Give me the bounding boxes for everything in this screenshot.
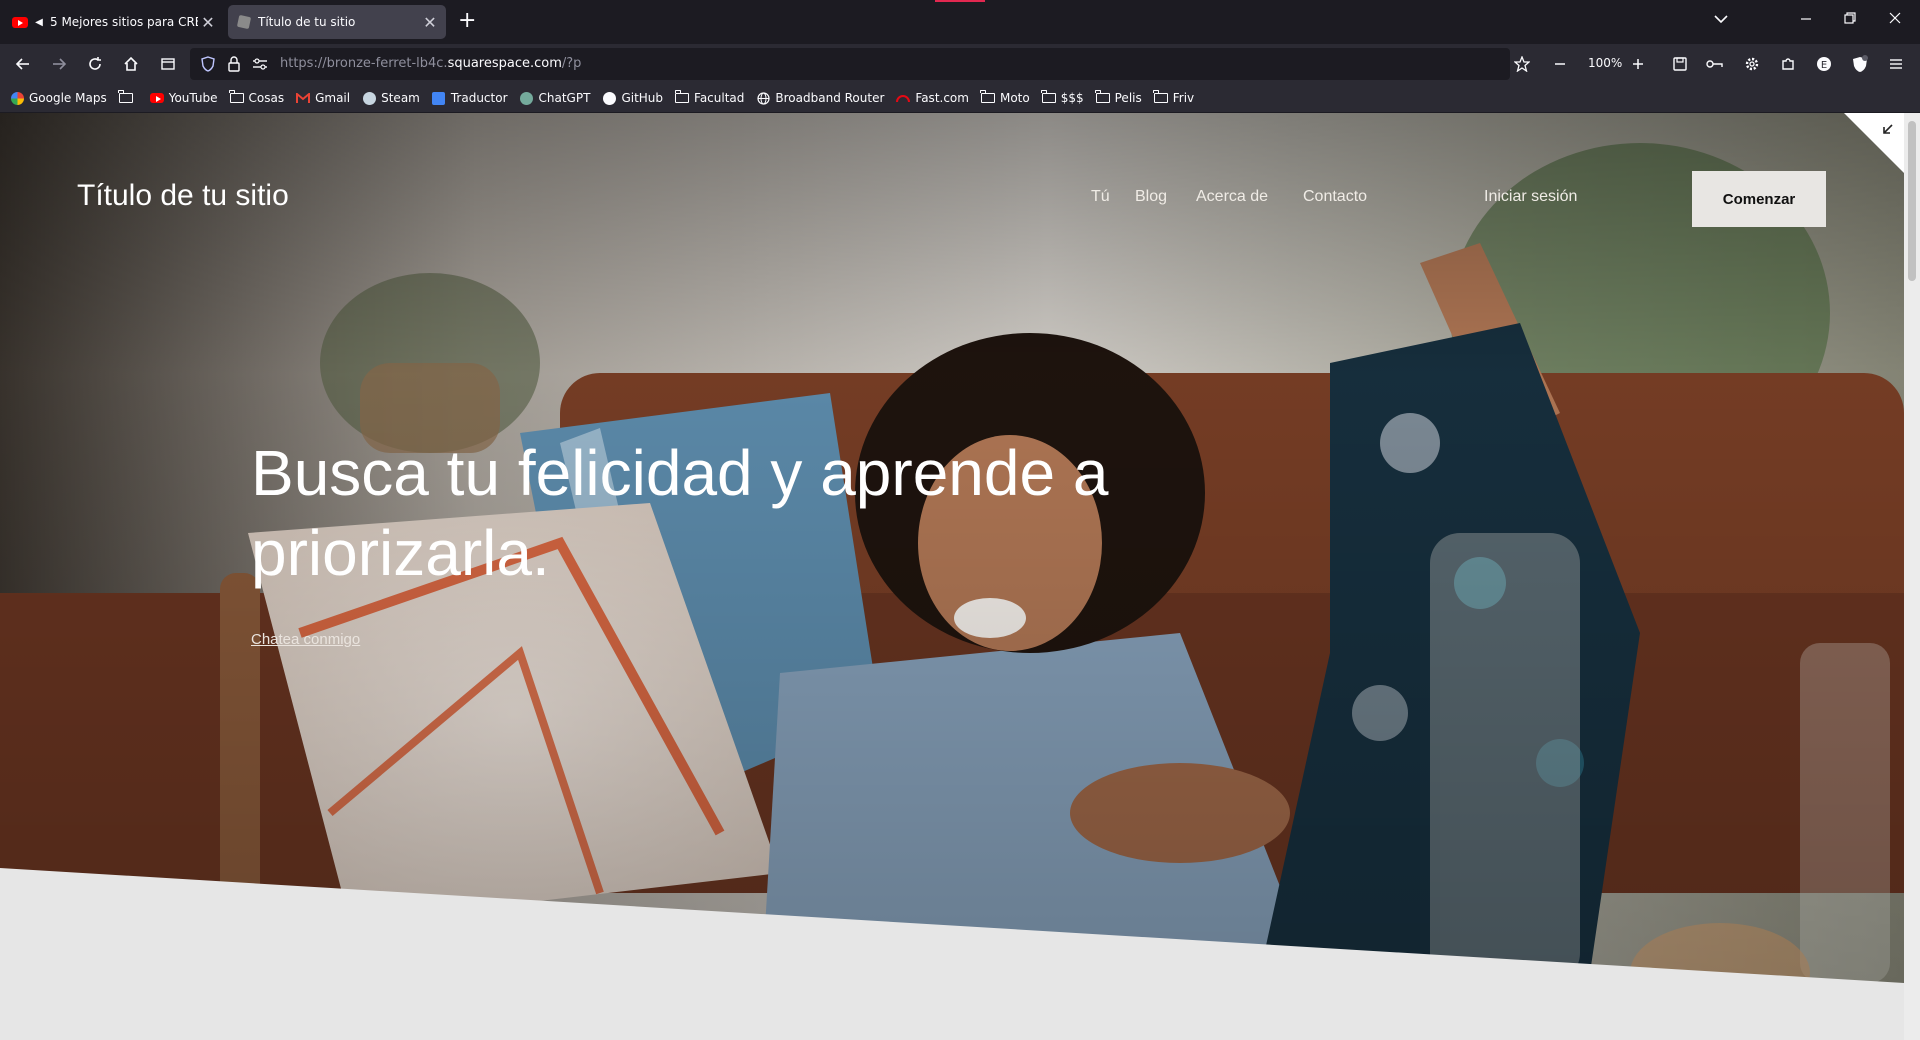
squarespace-icon xyxy=(236,14,252,30)
nav-link-acerca-de[interactable]: Acerca de xyxy=(1196,188,1268,206)
bookmark-fast-com[interactable]: Fast.com xyxy=(896,91,969,105)
speed-icon xyxy=(896,91,911,105)
back-icon[interactable] xyxy=(11,52,35,76)
save-page-icon[interactable] xyxy=(1668,52,1692,76)
web-page: Título de tu sitio Tú Blog Acerca de Con… xyxy=(0,113,1904,1040)
folder-icon xyxy=(1095,90,1110,105)
comenzar-button[interactable]: Comenzar xyxy=(1692,171,1826,227)
hero-headline: Busca tu felicidad y aprende a priorizar… xyxy=(251,437,1109,589)
ublock-shield-icon[interactable] xyxy=(1848,52,1872,76)
folder-icon xyxy=(1041,90,1056,105)
chat-link[interactable]: Chatea conmigo xyxy=(251,631,360,648)
bookmark-google-maps[interactable]: Google Maps xyxy=(10,91,107,105)
tab-title: 5 Mejores sitios para CREAR xyxy=(50,15,198,29)
bookmark-steam[interactable]: Steam xyxy=(362,91,420,105)
folder-icon xyxy=(229,90,244,105)
new-tab-button[interactable]: + xyxy=(458,10,476,32)
bookmark-gmail[interactable]: Gmail xyxy=(296,91,350,105)
folder-icon xyxy=(118,90,133,105)
github-icon xyxy=(602,91,616,105)
tab-strip: ◀ 5 Mejores sitios para CREAR ✕ Título d… xyxy=(0,0,1920,44)
zoom-level[interactable]: 100% xyxy=(1588,56,1622,70)
svg-text:E: E xyxy=(1821,60,1827,71)
fold-corner[interactable] xyxy=(1844,113,1904,173)
google-icon xyxy=(10,91,24,105)
nav-link-contacto[interactable]: Contacto xyxy=(1303,188,1367,206)
url-text[interactable]: https://bronze-ferret-lb4c.squarespace.c… xyxy=(280,56,581,71)
zoom-in-icon[interactable] xyxy=(1626,52,1650,76)
youtube-icon xyxy=(12,14,28,30)
bookmark-youtube[interactable]: YouTube xyxy=(149,91,218,105)
hero-section: Título de tu sitio Tú Blog Acerca de Con… xyxy=(0,113,1904,983)
extensions-puzzle-icon[interactable] xyxy=(1776,52,1800,76)
url-prefix: https://bronze-ferret-lb4c. xyxy=(280,56,448,71)
key-icon[interactable] xyxy=(1703,52,1727,76)
close-tab-icon[interactable]: ✕ xyxy=(198,13,218,32)
url-suffix: /?p xyxy=(561,56,582,71)
zoom-out-icon[interactable] xyxy=(1548,52,1572,76)
close-window-icon[interactable] xyxy=(1889,12,1901,28)
sidebar-icon[interactable] xyxy=(156,52,180,76)
bookmark-friv[interactable]: Friv xyxy=(1153,90,1194,105)
forward-icon[interactable] xyxy=(47,52,71,76)
scrollbar-thumb[interactable] xyxy=(1908,121,1916,281)
url-domain: squarespace.com xyxy=(447,56,562,71)
bookmark-folder[interactable] xyxy=(118,90,138,105)
bookmark-moto[interactable]: Moto xyxy=(980,90,1030,105)
translate-icon xyxy=(432,91,446,105)
navigation-toolbar: https://bronze-ferret-lb4c.squarespace.c… xyxy=(0,44,1920,84)
site-title[interactable]: Título de tu sitio xyxy=(77,179,289,213)
bookmark-chatgpt[interactable]: ChatGPT xyxy=(520,91,590,105)
close-tab-icon[interactable]: ✕ xyxy=(420,13,440,32)
steam-icon xyxy=(362,91,376,105)
speaker-icon: ◀ xyxy=(35,16,43,28)
list-tabs-icon[interactable] xyxy=(1714,12,1728,28)
bookmark-money[interactable]: $$$ xyxy=(1041,90,1084,105)
recording-indicator xyxy=(935,0,985,2)
nav-link-blog[interactable]: Blog xyxy=(1135,188,1167,206)
shield-icon[interactable] xyxy=(196,52,220,76)
permissions-icon[interactable] xyxy=(248,52,272,76)
settings-gear-icon[interactable] xyxy=(1740,52,1764,76)
bookmark-facultad[interactable]: Facultad xyxy=(674,90,744,105)
youtube-icon xyxy=(149,91,164,105)
menu-hamburger-icon[interactable] xyxy=(1884,52,1908,76)
tab-squarespace[interactable]: Título de tu sitio ✕ xyxy=(228,5,446,39)
bookmark-cosas[interactable]: Cosas xyxy=(229,90,284,105)
minimize-icon[interactable] xyxy=(1800,12,1812,28)
gmail-icon xyxy=(296,91,311,105)
bookmark-star-icon[interactable] xyxy=(1510,52,1534,76)
reload-icon[interactable] xyxy=(83,52,107,76)
folder-icon xyxy=(674,90,690,105)
chatgpt-icon xyxy=(520,91,534,105)
tab-title: Título de tu sitio xyxy=(258,15,356,29)
globe-icon xyxy=(756,91,770,105)
address-bar[interactable]: https://bronze-ferret-lb4c.squarespace.c… xyxy=(190,48,1510,80)
nav-link-tu[interactable]: Tú xyxy=(1091,188,1110,206)
bookmark-broadband-router[interactable]: Broadband Router xyxy=(756,91,884,105)
bookmark-github[interactable]: GitHub xyxy=(602,91,663,105)
bookmark-traductor[interactable]: Traductor xyxy=(432,91,508,105)
home-icon[interactable] xyxy=(119,52,143,76)
folder-icon xyxy=(980,90,995,105)
folder-icon xyxy=(1153,90,1168,105)
bookmarks-toolbar: Google Maps YouTube Cosas Gmail Steam Tr… xyxy=(0,84,1920,112)
page-scrollbar[interactable] xyxy=(1904,113,1920,1040)
bookmark-pelis[interactable]: Pelis xyxy=(1095,90,1142,105)
extension-e-icon[interactable]: E xyxy=(1812,52,1836,76)
login-link[interactable]: Iniciar sesión xyxy=(1484,188,1577,206)
tab-youtube[interactable]: ◀ 5 Mejores sitios para CREAR ✕ xyxy=(4,5,224,39)
lock-icon[interactable] xyxy=(222,52,246,76)
restore-icon[interactable] xyxy=(1844,12,1856,28)
